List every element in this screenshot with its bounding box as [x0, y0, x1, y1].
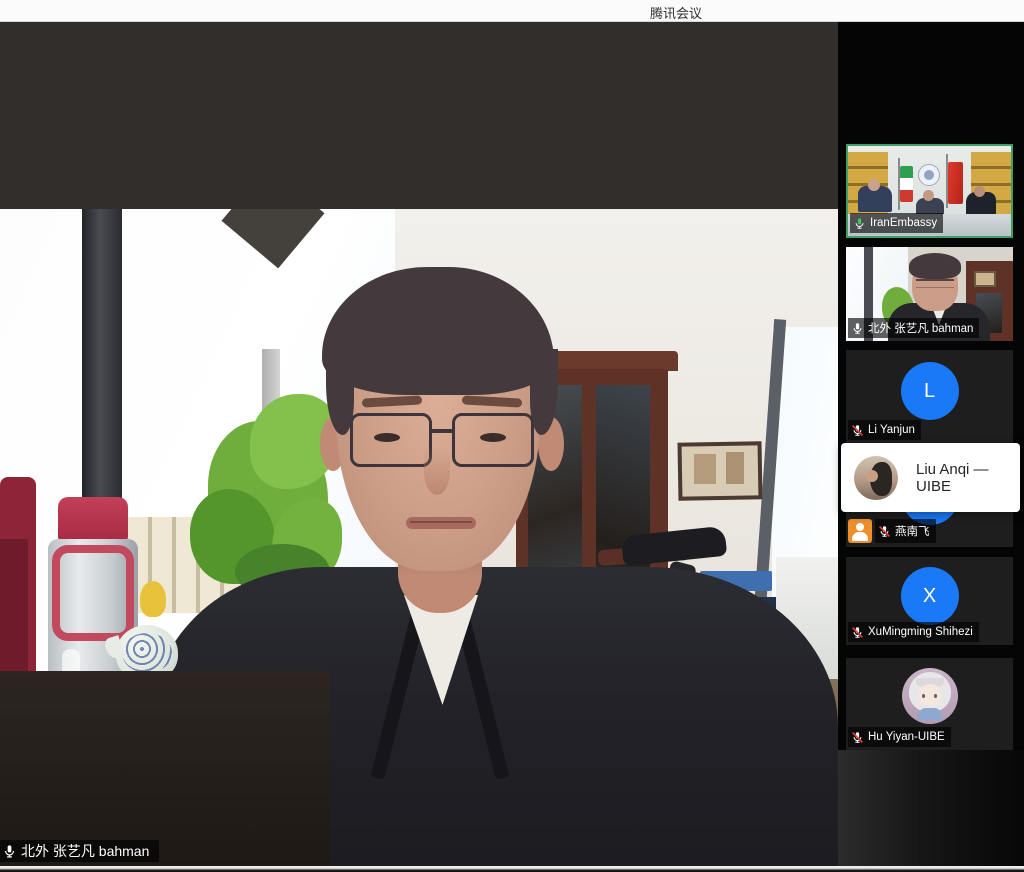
main-speaker-name: 北外 张艺凡 bahman: [21, 841, 149, 861]
mic-active-icon: [853, 217, 866, 230]
popup-participant-name: Liu Anqi —UIBE: [916, 461, 1020, 495]
mic-muted-icon: [851, 626, 864, 639]
main-video-feed[interactable]: 北外 张艺凡 bahman: [0, 209, 838, 866]
glasses-bridge: [430, 429, 454, 433]
participant-name: Hu Yiyan-UIBE: [868, 731, 945, 743]
hand-raised-badge: [848, 519, 872, 543]
participant-nametag: XuMingming Shihezi: [848, 622, 979, 642]
avatar-letter: L: [924, 380, 935, 403]
mic-muted-icon: [851, 731, 864, 744]
letter-avatar: X: [901, 567, 959, 625]
participant-tile-huyiyan[interactable]: Hu Yiyan-UIBE: [846, 658, 1013, 750]
picture-art: [694, 454, 716, 484]
participant-name: IranEmbassy: [870, 217, 937, 229]
participant-tile-liyanjun[interactable]: L Li Yanjun: [846, 350, 1013, 443]
main-speaker-nametag: 北外 张艺凡 bahman: [0, 840, 159, 862]
sidebar-bottom-fade: [838, 750, 1024, 867]
desk-front: [0, 671, 330, 866]
participant-name: 北外 张艺凡 bahman: [868, 320, 973, 336]
title-bar: 腾讯会议: [0, 0, 1024, 22]
participant-nametag: Hu Yiyan-UIBE: [848, 727, 951, 747]
picture-art2: [726, 452, 744, 484]
participant-name: Li Yanjun: [868, 424, 915, 436]
participant-nametag: Li Yanjun: [848, 420, 921, 440]
mic-muted-icon: [851, 424, 864, 437]
meeting-window: 腾讯会议: [0, 0, 1024, 872]
popup-avatar: [854, 456, 898, 500]
participant-nametag: IranEmbassy: [850, 213, 943, 233]
window-bottom-edge: [0, 866, 1024, 872]
eye-left: [374, 433, 400, 442]
eye-right: [480, 433, 506, 442]
participant-tile-xumingming[interactable]: X XuMingming Shihezi: [846, 557, 1013, 645]
mic-on-icon: [2, 844, 17, 859]
main-video-stage[interactable]: 北外 张艺凡 bahman: [0, 22, 838, 872]
participants-sidebar: IranEmbassy 北外 张艺凡 bah: [838, 22, 1024, 872]
picture-frame: [678, 441, 763, 500]
mouth-line: [410, 521, 472, 523]
profile-avatar: [902, 668, 958, 724]
mouth: [406, 517, 476, 529]
letter-avatar: L: [901, 362, 959, 420]
participant-name: XuMingming Shihezi: [868, 626, 973, 638]
mic-on-icon: [851, 322, 864, 335]
participant-tile-zhangyifan[interactable]: 北外 张艺凡 bahman: [846, 247, 1013, 341]
participant-name: 燕南飞: [895, 523, 930, 539]
window-title: 腾讯会议: [650, 3, 702, 22]
participant-tile-iranembassy[interactable]: IranEmbassy: [846, 144, 1013, 238]
avatar-letter: X: [923, 585, 936, 608]
nose: [424, 447, 450, 495]
mic-muted-icon: [878, 525, 891, 538]
yellow-toy: [140, 581, 166, 617]
participant-nametag: 北外 张艺凡 bahman: [848, 318, 979, 338]
participant-name-popup[interactable]: Liu Anqi —UIBE: [841, 443, 1020, 512]
participant-nametag: 燕南飞: [848, 519, 942, 543]
